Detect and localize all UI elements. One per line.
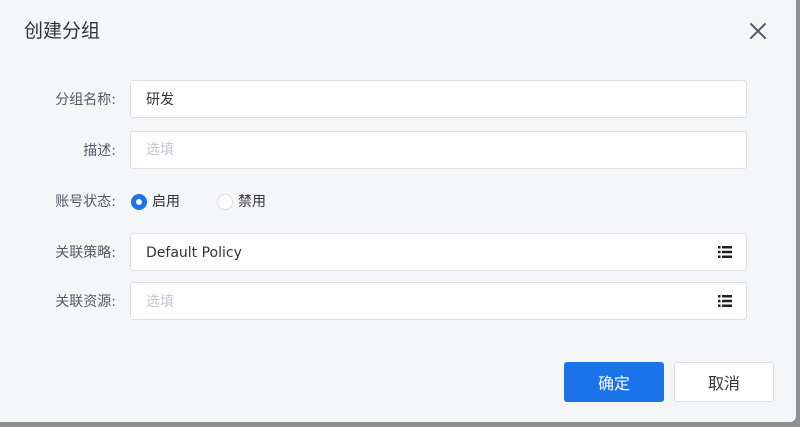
resources-select[interactable]: 选填 [130,282,747,320]
radio-checked-icon [131,194,147,210]
create-group-dialog: 创建分组 分组名称: 描述: 账号状态: 启用 禁用 关联策略: Default… [0,0,796,422]
description-label: 描述: [83,143,116,159]
radio-label: 启用 [152,194,180,210]
confirm-button[interactable]: 确定 [564,362,664,402]
cancel-button[interactable]: 取消 [674,362,774,402]
status-enabled-radio[interactable]: 启用 [131,192,180,212]
list-icon[interactable] [718,295,732,307]
status-disabled-radio[interactable]: 禁用 [217,192,266,212]
radio-label: 禁用 [238,194,266,210]
policy-label: 关联策略: [55,245,116,261]
resources-placeholder: 选填 [146,294,174,310]
dialog-title: 创建分组 [24,20,101,42]
policy-select[interactable]: Default Policy [130,233,747,271]
radio-unchecked-icon [217,194,233,210]
resources-label: 关联资源: [55,294,116,310]
description-input[interactable] [130,131,747,169]
account-status-label: 账号状态: [55,194,116,210]
group-name-label: 分组名称: [55,92,116,108]
policy-value: Default Policy [146,245,242,261]
close-icon [750,23,766,39]
close-button[interactable] [747,20,769,42]
group-name-input[interactable] [130,80,747,118]
list-icon[interactable] [718,246,732,258]
